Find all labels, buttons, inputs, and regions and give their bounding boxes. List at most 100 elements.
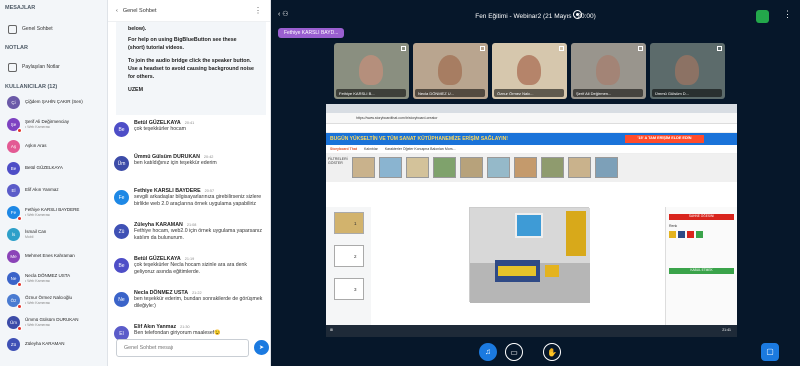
user-info: Elif Akın Yanmaz — [25, 187, 59, 192]
user-list-item[interactable]: El Elif Akın Yanmaz — [0, 179, 107, 201]
user-list-item[interactable]: Aş Aşkın Aras — [0, 135, 107, 157]
expand-icon[interactable] — [401, 46, 406, 51]
camera-button[interactable]: ▭ — [505, 343, 523, 361]
scene-thumb — [487, 157, 510, 178]
user-name: Betül GÜZELKAYA — [25, 165, 63, 171]
chat-message: Üm Ümmü Gülsüm DURUKAN 20:42 ben katıldığın… — [108, 154, 271, 188]
storyboard-logo: Storyboard That — [330, 147, 358, 151]
message-text: sevgili arkadaşlar bilgisayarlarınıza gi… — [134, 194, 262, 208]
chat-message: Zü Züleyha KARAMAN 21:08 Fethiye hocam, web… — [108, 222, 271, 256]
user-list-item[interactable]: Çi Çiğdem ŞAHİN ÇAKIR (Sen) — [0, 91, 107, 113]
screen-share[interactable]: https://www.storyboardthat.com/tr/storyb… — [326, 104, 737, 337]
avatar: Üm — [114, 156, 129, 171]
back-icon[interactable]: ‹ — [116, 8, 118, 14]
more-options-icon[interactable]: ⋮ — [254, 6, 262, 15]
message-body: Ümmü Gülsüm DURUKAN 20:42 ben katıldığınız… — [134, 154, 265, 188]
avatar: Be — [7, 161, 20, 175]
user-list: Çi Çiğdem ŞAHİN ÇAKIR (Sen) Şe Şerif Ali De… — [0, 91, 107, 355]
user-name: İsmail Can — [25, 229, 47, 235]
chat-title[interactable]: Genel Sohbet — [123, 8, 157, 14]
recording-indicator-icon[interactable] — [573, 10, 582, 19]
chat-header: ‹ Genel Sohbet ⋮ — [108, 0, 270, 22]
user-list-item[interactable]: Şe Şerif Ali Değirmenciay • Web Kamerası — [0, 113, 107, 135]
video-tile[interactable]: Öznur Örmez Nalc... — [492, 43, 567, 99]
expand-icon[interactable] — [717, 46, 722, 51]
avatar-initials: Be — [118, 126, 125, 133]
connection-status-icon[interactable] — [756, 10, 769, 23]
user-list-item[interactable]: Öz Öznur Örmez Nalcıoğlu • Web Kamerası — [0, 289, 107, 311]
active-tab: Kalıntılar — [364, 147, 378, 151]
slide-number: 3 — [354, 287, 357, 292]
shared-notes-label: Paylaşılan Notlar — [22, 64, 60, 70]
avatar-initials: Çi — [11, 99, 16, 105]
swatch — [687, 231, 694, 238]
chat-toggle-button[interactable]: ▢ — [761, 343, 779, 361]
scene-thumb — [595, 157, 618, 178]
expand-icon[interactable] — [559, 46, 564, 51]
video-tile[interactable]: Fethiye KARSLI B... — [334, 43, 409, 99]
user-list-item[interactable]: İs İsmail Can Mobil — [0, 223, 107, 245]
slide-thumb: 2 — [334, 245, 364, 267]
slide-panel: 1 2 3 — [326, 207, 371, 325]
camera-icon: ▭ — [510, 348, 518, 357]
avatar-initials: Be — [118, 262, 125, 269]
user-list-item[interactable]: Zü Züleyha KARAMAN — [0, 333, 107, 355]
video-tile[interactable]: Şerif Ali Değirmen... — [571, 43, 646, 99]
message-text: ben katıldığınız için teşekkür ederim — [134, 160, 217, 166]
options-menu-icon[interactable]: ⋮ — [783, 9, 792, 20]
message-text: ben teşekkür ederim, bundan sonrakilerde… — [134, 296, 263, 310]
avatar: Ne — [114, 292, 129, 307]
left-panel: MESAJLAR Genel Sohbet NOTLAR Paylaşılan … — [0, 0, 108, 366]
user-name: Çiğdem ŞAHİN ÇAKIR (Sen) — [25, 99, 83, 105]
room-window — [515, 213, 543, 238]
user-list-item[interactable]: Fe Fethiye KARSLI BAYDERE • Web Kamerası — [0, 201, 107, 223]
chat-icon — [8, 24, 17, 34]
avatar: Be — [114, 122, 129, 137]
user-name: Züleyha KARAMAN — [25, 341, 65, 347]
send-icon: ➤ — [258, 345, 265, 351]
user-info: Necla DÖNMEZ USTA • Web Kamerası — [25, 273, 70, 282]
avatar-initials: Öz — [10, 297, 17, 303]
presenter-dot-icon — [17, 281, 22, 287]
slide-number: 2 — [354, 254, 357, 259]
chat-message: Ne Necla DÖNMEZ USTA 21:22 ben teşekkür ede… — [108, 290, 271, 324]
raise-hand-button[interactable]: ✋ — [543, 343, 561, 361]
messages-title: MESAJLAR — [5, 5, 36, 11]
user-name: Mehmet Enes Kahraman — [25, 253, 75, 259]
user-list-item[interactable]: Ne Necla DÖNMEZ USTA • Web Kamerası — [0, 267, 107, 289]
avatar-initials: Üm — [10, 319, 17, 325]
welcome-line-1: For help on using BigBlueButton see thes… — [128, 36, 237, 51]
avatar: Be — [114, 258, 129, 273]
avatar-initials: Zü — [118, 228, 125, 235]
swatch — [678, 231, 685, 238]
chat-bubble-icon: ▢ — [766, 347, 774, 356]
message-body: Betül GÜZELKAYA 21:19 çok teşekkürler Necl… — [134, 256, 265, 290]
expand-icon[interactable] — [480, 46, 485, 51]
avatar-initials: El — [119, 330, 124, 337]
windows-taskbar: ⊞ 21:41 — [326, 325, 737, 337]
expand-icon[interactable] — [638, 46, 643, 51]
send-button[interactable]: ➤ — [254, 340, 269, 355]
avatar: El — [7, 183, 20, 197]
chat-message-input[interactable] — [116, 339, 249, 357]
user-list-item[interactable]: Me Mehmet Enes Kahraman — [0, 245, 107, 267]
avatar: Şe — [7, 117, 22, 133]
scene-thumb — [460, 157, 483, 178]
presenter-dot-icon — [17, 325, 22, 331]
user-list-item[interactable]: Üm Ümmü Gülsüm DURUKAN • Web Kamerası — [0, 311, 107, 333]
user-list-item[interactable]: Be Betül GÜZELKAYA — [0, 157, 107, 179]
participant-video — [517, 55, 541, 85]
user-info: Öznur Örmez Nalcıoğlu • Web Kamerası — [25, 295, 72, 304]
message-text: çok teşekkürler Necla hocam sizinle ara … — [134, 262, 248, 276]
user-info: Betül GÜZELKAYA — [25, 165, 63, 170]
avatar: Zü — [7, 337, 20, 351]
audio-button[interactable]: ♫ — [479, 343, 497, 361]
public-chat-item[interactable]: Genel Sohbet — [0, 20, 107, 38]
shared-notes-item[interactable]: Paylaşılan Notlar — [0, 58, 107, 76]
user-name: Aşkın Aras — [25, 143, 47, 149]
video-tile[interactable]: Necla DÖNMEZ U... — [413, 43, 488, 99]
user-info: Fethiye KARSLI BAYDERE • Web Kamerası — [25, 207, 79, 216]
user-info: Şerif Ali Değirmenciay • Web Kamerası — [25, 119, 69, 128]
video-tile[interactable]: Ümmü Gülsüm D... — [650, 43, 725, 99]
avatar-initials: Şe — [10, 121, 17, 127]
